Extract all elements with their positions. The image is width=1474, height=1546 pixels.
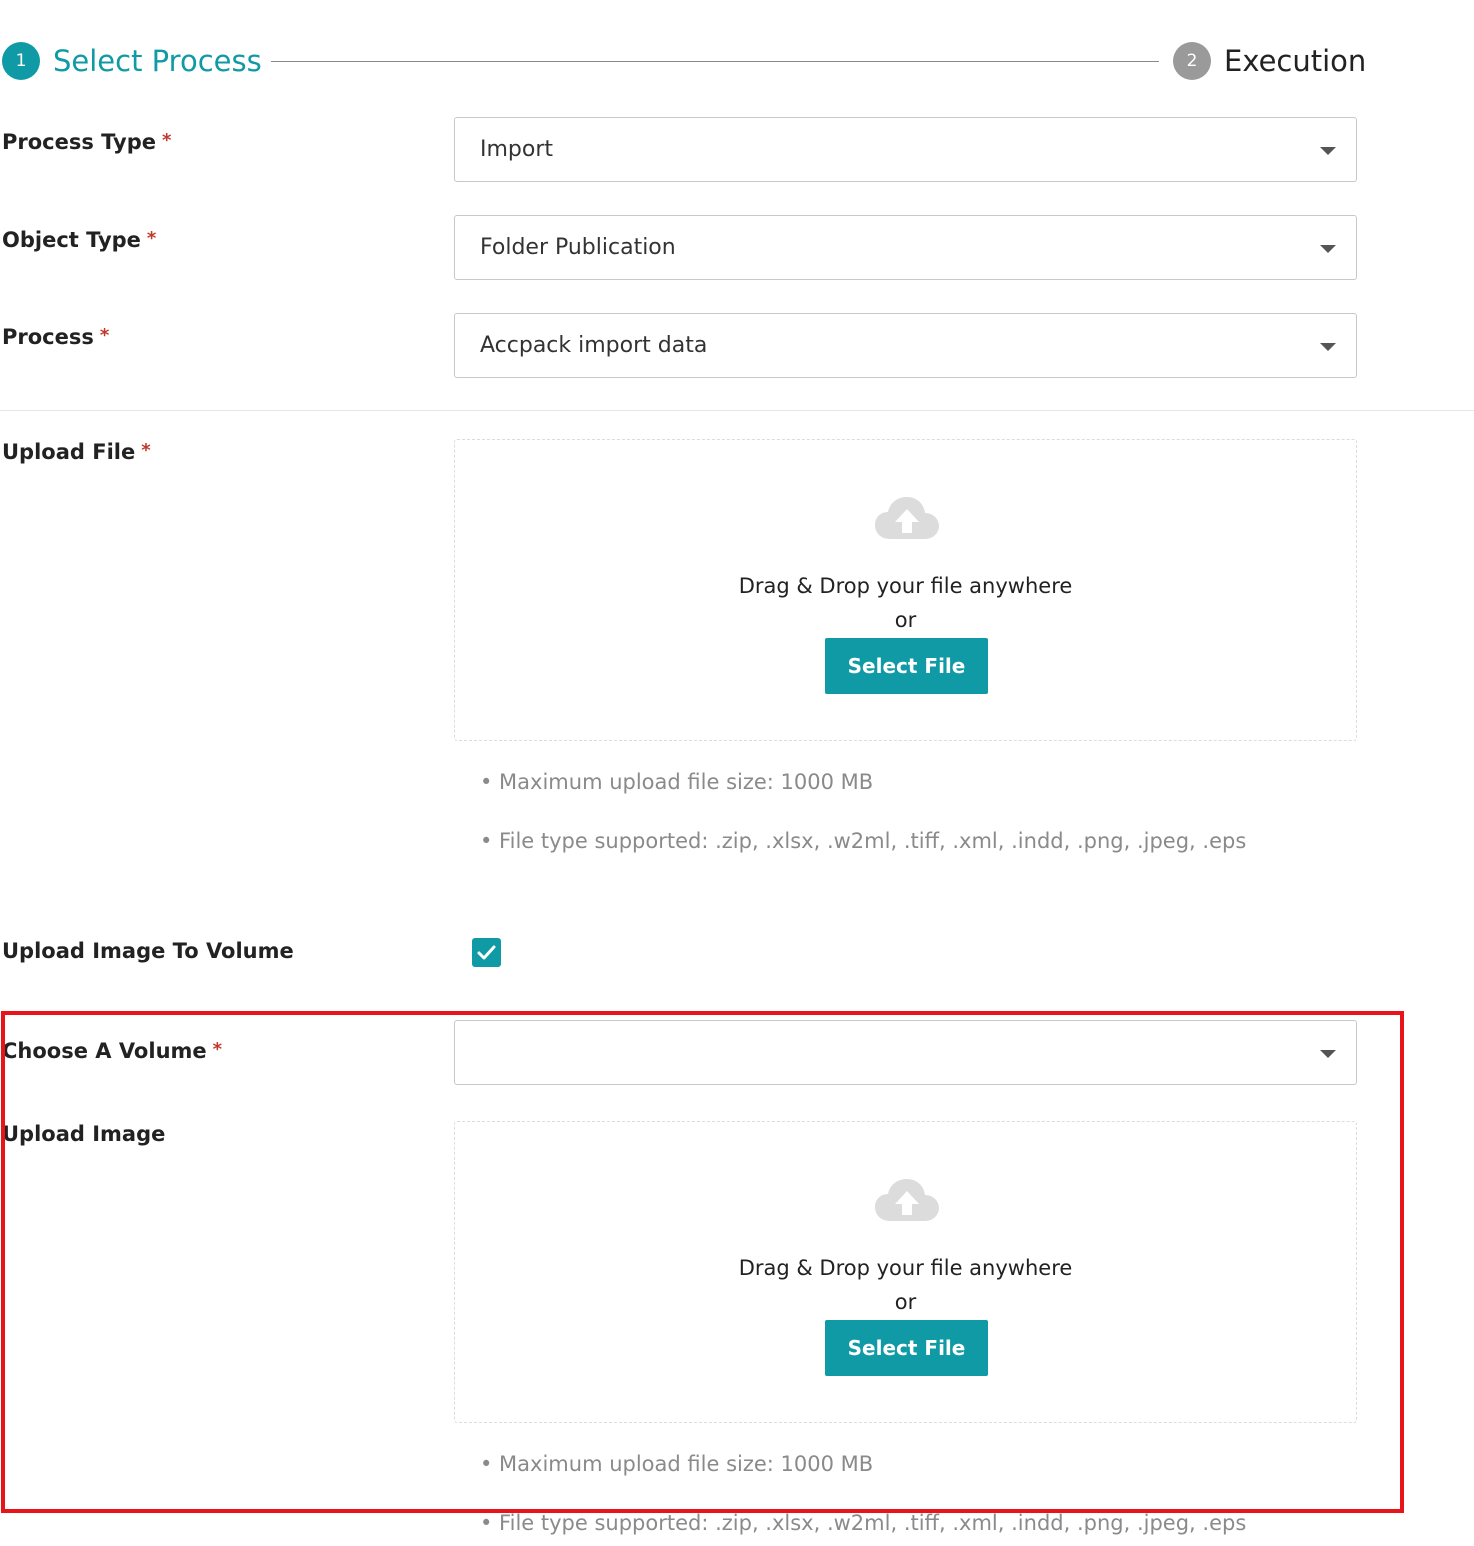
process-label: Process * [2, 325, 109, 349]
upload-image-label: Upload Image [2, 1122, 165, 1146]
choose-volume-label: Choose A Volume * [2, 1039, 222, 1063]
select-image-button[interactable]: Select File [825, 1320, 988, 1376]
chevron-down-icon [1320, 245, 1336, 253]
stepper-connector [271, 61, 1159, 62]
process-label-text: Process [2, 325, 94, 349]
section-divider [0, 410, 1474, 411]
required-marker: * [212, 1039, 223, 1060]
object-type-select[interactable]: Folder Publication [454, 215, 1357, 280]
cloud-upload-icon [875, 1179, 939, 1221]
object-type-label: Object Type * [2, 228, 156, 252]
upload-file-label-text: Upload File [2, 440, 136, 464]
process-type-label-text: Process Type [2, 130, 156, 154]
choose-volume-label-text: Choose A Volume [2, 1039, 207, 1063]
step-2-indicator: 2 [1173, 42, 1211, 80]
upload-image-dropzone[interactable]: Drag & Drop your file anywhere or Select… [454, 1121, 1357, 1423]
chevron-down-icon [1320, 343, 1336, 351]
upload-note-file-types: • File type supported: .zip, .xlsx, .w2m… [480, 829, 1247, 853]
upload-image-label-text: Upload Image [2, 1122, 166, 1146]
process-value: Accpack import data [480, 333, 708, 358]
required-marker: * [99, 325, 110, 346]
required-marker: * [161, 130, 172, 151]
checkmark-icon [477, 945, 496, 960]
process-select[interactable]: Accpack import data [454, 313, 1357, 378]
chevron-down-icon [1320, 147, 1336, 155]
upload-image-to-volume-label: Upload Image To Volume [2, 939, 294, 963]
upload-note-max-size: • Maximum upload file size: 1000 MB [480, 770, 874, 794]
object-type-value: Folder Publication [480, 235, 676, 260]
chevron-down-icon [1320, 1050, 1336, 1058]
upload-image-to-volume-checkbox[interactable] [472, 938, 501, 967]
process-type-label: Process Type * [2, 130, 171, 154]
upload-file-dropzone[interactable]: Drag & Drop your file anywhere or Select… [454, 439, 1357, 741]
step-1-label[interactable]: Select Process [53, 40, 262, 82]
required-marker: * [146, 228, 157, 249]
image-note-file-types: • File type supported: .zip, .xlsx, .w2m… [480, 1511, 1247, 1535]
cloud-upload-icon [875, 497, 939, 539]
upload-image-to-volume-label-text: Upload Image To Volume [2, 939, 294, 963]
upload-file-label: Upload File * [2, 440, 151, 464]
process-type-select[interactable]: Import [454, 117, 1357, 182]
image-note-max-size: • Maximum upload file size: 1000 MB [480, 1452, 874, 1476]
dropzone-instructions: Drag & Drop your file anywhere [738, 574, 1073, 598]
dropzone-or: or [894, 608, 917, 632]
choose-volume-select[interactable] [454, 1020, 1357, 1085]
dropzone-or: or [894, 1290, 917, 1314]
step-1-indicator: 1 [2, 42, 40, 80]
dropzone-instructions: Drag & Drop your file anywhere [738, 1256, 1073, 1280]
select-file-button[interactable]: Select File [825, 638, 988, 694]
process-type-value: Import [480, 137, 554, 162]
step-2-label[interactable]: Execution [1224, 40, 1366, 82]
object-type-label-text: Object Type [2, 228, 141, 252]
required-marker: * [141, 440, 151, 461]
